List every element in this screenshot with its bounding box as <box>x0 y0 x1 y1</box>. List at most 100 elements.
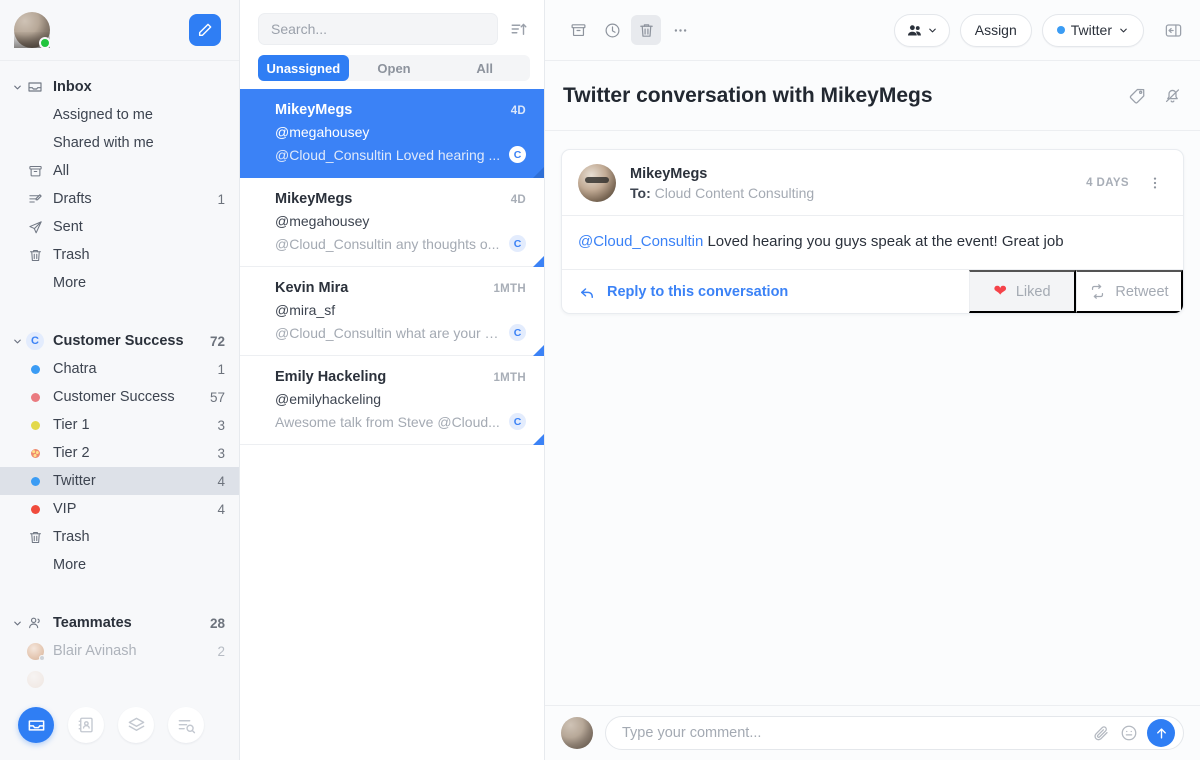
page-title: Twitter conversation with MikeyMegs <box>563 83 933 107</box>
reports-nav-icon[interactable] <box>168 707 204 743</box>
message-body: @Cloud_Consultin Loved hearing you guys … <box>562 215 1183 269</box>
list-item[interactable]: Kevin Mira 1MTH @mira_sf @Cloud_Consulti… <box>240 267 544 356</box>
sidebar-label: Sent <box>53 219 83 235</box>
channel-badge: C <box>509 324 526 341</box>
sidebar-item-all[interactable]: All <box>0 157 239 185</box>
sidebar-item-customer-success[interactable]: C Customer Success 72 <box>0 327 239 355</box>
emoji-icon[interactable] <box>1115 724 1143 742</box>
sidebar-item-drafts[interactable]: Drafts 1 <box>0 185 239 213</box>
sidebar-item-vip[interactable]: VIP 4 <box>0 495 239 523</box>
search-input[interactable] <box>258 13 498 45</box>
like-label: Liked <box>1015 283 1051 300</box>
sidebar-label: Shared with me <box>53 135 154 151</box>
send-button[interactable] <box>1147 719 1175 747</box>
chevron-down-icon[interactable] <box>10 82 24 93</box>
sidebar-item-blair-avinash[interactable]: Blair Avinash 2 <box>0 637 239 665</box>
channel-badge: C <box>509 235 526 252</box>
tab-open[interactable]: Open <box>349 55 440 81</box>
sidebar-item-more-cs[interactable]: More <box>0 551 239 579</box>
message-author-avatar <box>578 164 616 202</box>
sidebar-item-trash[interactable]: Trash <box>0 241 239 269</box>
group-divider <box>0 301 239 327</box>
clock-icon[interactable] <box>597 15 627 45</box>
sidebar-header <box>0 0 239 61</box>
message-actions: Reply to this conversation ❤ Liked Retwe… <box>562 269 1183 314</box>
sidebar-nav: Inbox Assigned to me Shared with me All … <box>0 61 239 690</box>
toolbar-actions-right: Assign Twitter <box>893 13 1188 47</box>
list-item[interactable]: Emily Hackeling 1MTH @emilyhackeling Awe… <box>240 356 544 445</box>
contacts-nav-icon[interactable] <box>68 707 104 743</box>
user-avatar[interactable] <box>14 12 51 49</box>
sidebar-label: Twitter <box>53 473 96 489</box>
tab-all[interactable]: All <box>439 55 530 81</box>
sidebar-item-tier-1[interactable]: Tier 1 3 <box>0 411 239 439</box>
sidebar-item-shared-with-me[interactable]: Shared with me <box>0 129 239 157</box>
chevron-down-icon[interactable] <box>10 618 24 629</box>
list-item-preview: @Cloud_Consultin any thoughts o... C <box>275 235 526 252</box>
sort-ascending-icon[interactable] <box>508 18 530 40</box>
list-item[interactable]: MikeyMegs 4D @megahousey @Cloud_Consulti… <box>240 178 544 267</box>
retweet-button[interactable]: Retweet <box>1076 270 1183 314</box>
sidebar-item-inbox[interactable]: Inbox <box>0 73 239 101</box>
sidebar-item-customer-success-sub[interactable]: Customer Success 57 <box>0 383 239 411</box>
sidebar-count: 28 <box>209 615 225 631</box>
archive-icon[interactable] <box>563 15 593 45</box>
sidebar-item-chatra[interactable]: Chatra 1 <box>0 355 239 383</box>
chevron-down-icon[interactable] <box>10 336 24 347</box>
composer-field[interactable] <box>605 716 1184 750</box>
paperclip-icon[interactable] <box>1087 724 1115 742</box>
layers-nav-icon[interactable] <box>118 707 154 743</box>
channel-dropdown[interactable]: Twitter <box>1041 13 1144 47</box>
like-button[interactable]: ❤ Liked <box>969 270 1076 314</box>
ellipsis-icon[interactable] <box>665 15 695 45</box>
cs-badge-letter: C <box>26 332 44 350</box>
tab-unassigned[interactable]: Unassigned <box>258 55 349 81</box>
conversation-list: MikeyMegs 4D @megahousey @Cloud_Consulti… <box>240 89 544 760</box>
assign-button[interactable]: Assign <box>959 13 1032 47</box>
sidebar-item-cs-trash[interactable]: Trash <box>0 523 239 551</box>
sidebar-label: Tier 1 <box>53 417 90 433</box>
sidebar-label: All <box>53 163 70 179</box>
list-item[interactable]: MikeyMegs 4D @megahousey @Cloud_Consulti… <box>240 89 544 178</box>
sidebar-label: VIP <box>53 501 77 517</box>
assignee-dropdown[interactable] <box>893 13 950 47</box>
tag-icon[interactable] <box>1128 86 1147 105</box>
list-item-name: MikeyMegs <box>275 102 353 118</box>
reply-label: Reply to this conversation <box>607 283 789 300</box>
sidebar-group-inbox: Inbox Assigned to me Shared with me All … <box>0 73 239 297</box>
toolbar-actions-left <box>563 15 695 45</box>
message-text: Loved hearing you guys speak at the even… <box>703 233 1064 250</box>
sidebar-bottom-nav <box>0 690 239 760</box>
sidebar-item-twitter[interactable]: Twitter 4 <box>0 467 239 495</box>
reply-button[interactable]: Reply to this conversation <box>562 270 969 313</box>
message-header: MikeyMegs To: Cloud Content Consulting 4… <box>562 150 1183 215</box>
sidebar-item-more-inbox[interactable]: More <box>0 269 239 297</box>
sidebar-group-teammates: Teammates 28 Blair Avinash 2 <box>0 609 239 690</box>
message-mention[interactable]: @Cloud_Consultin <box>578 233 703 250</box>
teammate-avatar-partial <box>24 670 46 688</box>
list-item-time: 4D <box>510 105 526 117</box>
channel-badge: C <box>509 146 526 163</box>
sidebar-item-assigned-to-me[interactable]: Assigned to me <box>0 101 239 129</box>
sidebar-count: 3 <box>217 445 225 461</box>
list-filter-tabs: Unassigned Open All <box>258 55 530 81</box>
collapse-panel-icon[interactable] <box>1158 15 1188 45</box>
trash-icon[interactable] <box>631 15 661 45</box>
conversation-header-icons <box>1128 86 1182 105</box>
list-item-handle: @emilyhackeling <box>275 391 382 407</box>
list-item-top: Kevin Mira 1MTH <box>275 280 526 296</box>
sidebar: Inbox Assigned to me Shared with me All … <box>0 0 240 760</box>
inbox-nav-icon[interactable] <box>18 707 54 743</box>
channel-badge: C <box>509 413 526 430</box>
message-age: 4 DAYS <box>1086 177 1129 189</box>
sidebar-item-teammates[interactable]: Teammates 28 <box>0 609 239 637</box>
sidebar-count: 72 <box>209 333 225 349</box>
sidebar-item-partial[interactable] <box>0 665 239 690</box>
comment-input[interactable] <box>622 725 1087 741</box>
compose-button[interactable] <box>189 14 221 46</box>
main-panel: Assign Twitter Twitter conversation with… <box>545 0 1200 760</box>
sidebar-item-tier-2[interactable]: Tier 2 3 <box>0 439 239 467</box>
bell-muted-icon[interactable] <box>1163 86 1182 105</box>
kebab-menu-icon[interactable] <box>1143 173 1167 193</box>
sidebar-item-sent[interactable]: Sent <box>0 213 239 241</box>
